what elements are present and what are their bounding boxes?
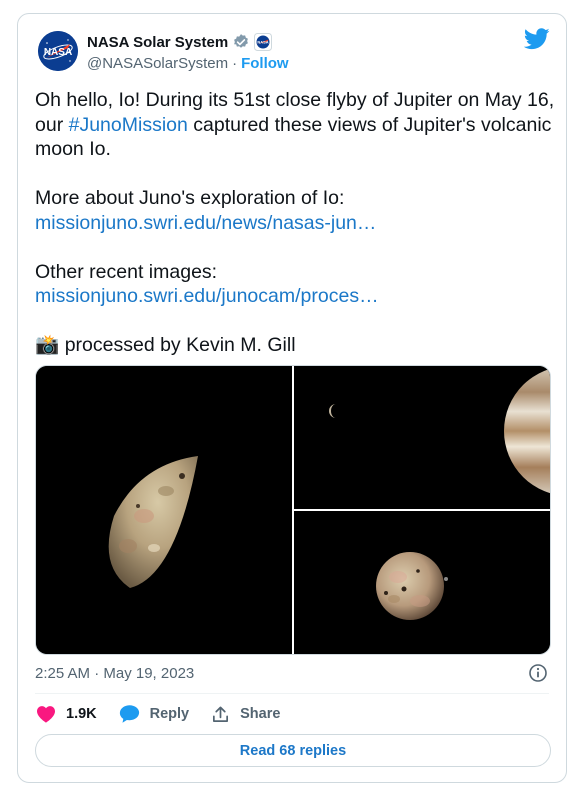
heart-icon (37, 706, 55, 723)
like-count: 1.9K (66, 706, 97, 722)
author-name-line: NASA Solar System NASA (87, 33, 273, 51)
media-grid (35, 365, 551, 655)
author-handle-line: @NASASolarSystem · Follow (87, 55, 289, 72)
hashtag-link[interactable]: #JunoMission (69, 114, 188, 136)
jupiter-io-image[interactable] (294, 366, 550, 509)
twitter-bird-icon[interactable] (523, 28, 550, 55)
credit-text: processed by Kevin M. Gill (59, 334, 296, 356)
io-image-small[interactable] (294, 511, 550, 654)
verified-badge-icon (234, 34, 249, 48)
tweet-paragraph-3: Other recent images: (35, 260, 218, 283)
avatar-text: NASA (44, 47, 72, 58)
reply-bubble-icon (119, 705, 139, 723)
affiliate-badge-icon: NASA (254, 33, 273, 51)
tweet-paragraph-1: Oh hello, Io! During its 51st close flyb… (35, 88, 555, 162)
tweet-text: Oh hello, Io! During its 51st close flyb… (35, 88, 555, 358)
tweet-paragraph-2: More about Juno's exploration of Io: (35, 187, 345, 209)
tweet-credit: 📸 processed by Kevin M. Gill (35, 333, 555, 358)
reply-label: Reply (149, 706, 190, 722)
tweet-card: NASA NASA Solar System NASA @NASASolarSy… (17, 13, 567, 783)
separator-dot: · (232, 55, 238, 72)
junocam-link[interactable]: missionjuno.swri.edu/junocam/proces… (35, 285, 379, 307)
tweet-actions: 1.9K Reply Share (36, 703, 302, 725)
avatar[interactable]: NASA (38, 31, 78, 71)
read-replies-button[interactable]: Read 68 replies (35, 734, 551, 767)
divider (35, 693, 549, 694)
share-icon (213, 706, 229, 722)
reply-button[interactable]: Reply (119, 704, 190, 724)
follow-button[interactable]: Follow (241, 55, 289, 72)
nasa-logo: NASA (38, 31, 78, 71)
share-button[interactable]: Share (211, 705, 280, 724)
svg-text:NASA: NASA (258, 40, 269, 45)
juno-news-link[interactable]: missionjuno.swri.edu/news/nasas-jun… (35, 212, 376, 234)
author-handle[interactable]: @NASASolarSystem (87, 55, 228, 72)
tweet-timestamp[interactable]: 2:25 AM · May 19, 2023 (35, 665, 194, 682)
io-image-large[interactable] (36, 366, 292, 654)
camera-icon: 📸 (35, 334, 60, 356)
info-icon[interactable] (528, 663, 548, 688)
like-button[interactable]: 1.9K (36, 705, 97, 723)
share-label: Share (240, 706, 281, 722)
author-name[interactable]: NASA Solar System (87, 34, 228, 51)
